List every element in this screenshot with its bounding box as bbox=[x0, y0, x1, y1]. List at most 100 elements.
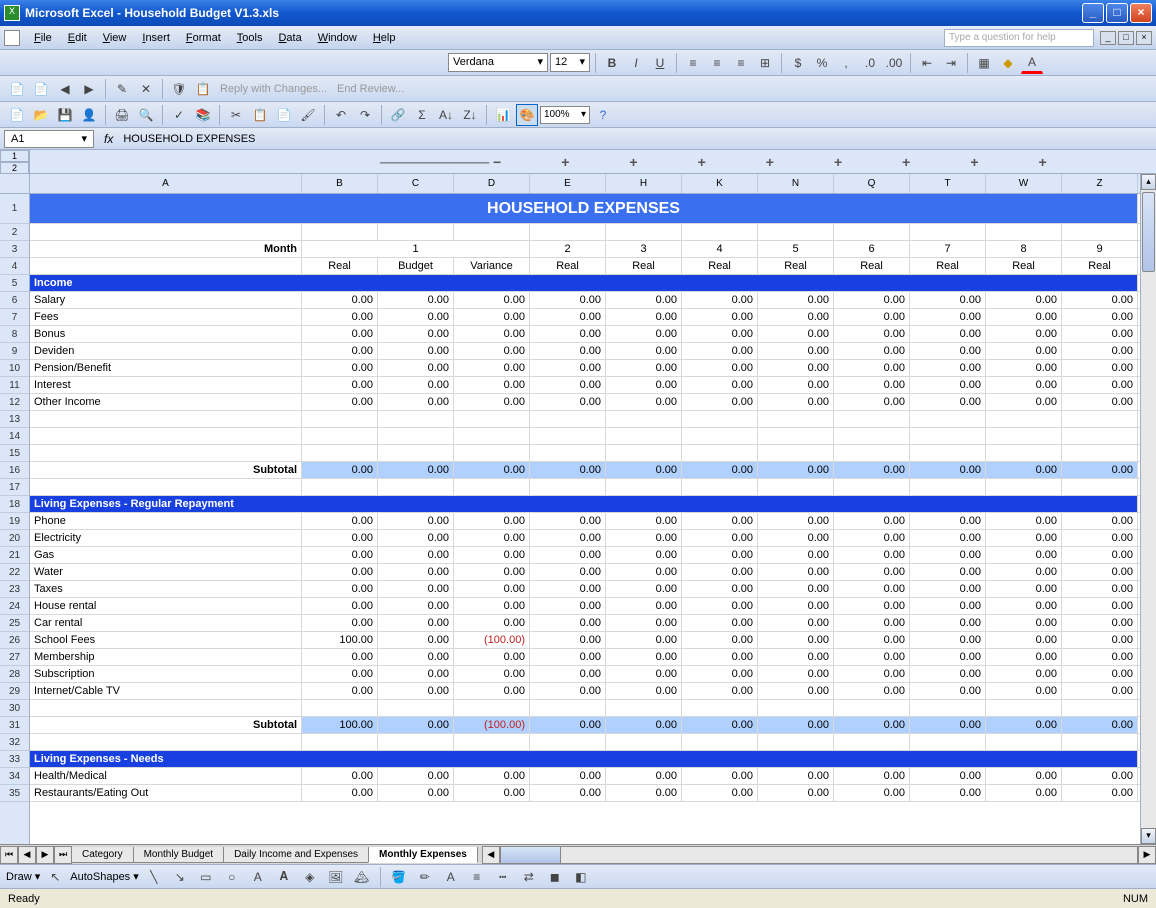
cell[interactable] bbox=[378, 734, 454, 750]
cell[interactable]: 0.00 bbox=[834, 547, 910, 563]
cell[interactable] bbox=[758, 700, 834, 716]
cell[interactable]: 0.00 bbox=[910, 309, 986, 325]
cell[interactable]: 0.00 bbox=[682, 547, 758, 563]
menu-format[interactable]: Format bbox=[178, 29, 229, 47]
open-button[interactable]: 📂 bbox=[30, 104, 52, 126]
row-header[interactable]: 17 bbox=[0, 479, 29, 496]
cell[interactable]: 0.00 bbox=[834, 581, 910, 597]
scroll-up-button[interactable]: ▴ bbox=[1141, 174, 1156, 190]
cell[interactable] bbox=[986, 479, 1062, 495]
cell[interactable]: Membership bbox=[30, 649, 302, 665]
font-selector[interactable]: Verdana▾ bbox=[448, 53, 548, 72]
cell[interactable]: Real bbox=[910, 258, 986, 274]
cell[interactable] bbox=[758, 445, 834, 461]
cell[interactable] bbox=[30, 411, 302, 427]
align-left-button[interactable]: ≡ bbox=[682, 52, 704, 74]
close-button[interactable]: × bbox=[1130, 3, 1152, 23]
cell[interactable] bbox=[378, 479, 454, 495]
cell[interactable]: 0.00 bbox=[454, 377, 530, 393]
cell[interactable]: 0.00 bbox=[378, 683, 454, 699]
cell[interactable]: 0.00 bbox=[606, 547, 682, 563]
cell[interactable] bbox=[1062, 479, 1138, 495]
outline-collapse-button[interactable]: − bbox=[493, 154, 501, 170]
cell[interactable]: 7 bbox=[910, 241, 986, 257]
increase-indent-button[interactable]: ⇥ bbox=[940, 52, 962, 74]
cell[interactable]: 0.00 bbox=[682, 768, 758, 784]
cell[interactable]: 0.00 bbox=[986, 666, 1062, 682]
hscroll-right-button[interactable]: ▶ bbox=[1138, 846, 1156, 864]
cell[interactable]: 0.00 bbox=[302, 683, 378, 699]
cell[interactable]: 0.00 bbox=[682, 598, 758, 614]
cell[interactable]: 0.00 bbox=[302, 598, 378, 614]
cell[interactable] bbox=[606, 734, 682, 750]
cell[interactable] bbox=[834, 445, 910, 461]
row-header[interactable]: 20 bbox=[0, 530, 29, 547]
cell[interactable]: 0.00 bbox=[682, 717, 758, 733]
cell[interactable] bbox=[910, 734, 986, 750]
cell[interactable]: 0.00 bbox=[606, 785, 682, 801]
cell[interactable]: 0.00 bbox=[302, 768, 378, 784]
cell[interactable]: 0.00 bbox=[834, 615, 910, 631]
cell[interactable] bbox=[530, 734, 606, 750]
cell[interactable]: 0.00 bbox=[682, 462, 758, 478]
cell[interactable] bbox=[302, 734, 378, 750]
cell[interactable]: 0.00 bbox=[302, 513, 378, 529]
row-header[interactable]: 33 bbox=[0, 751, 29, 768]
copy-button[interactable]: 📋 bbox=[249, 104, 271, 126]
cell[interactable] bbox=[30, 479, 302, 495]
cell[interactable]: 0.00 bbox=[834, 377, 910, 393]
help-search[interactable]: Type a question for help bbox=[944, 29, 1094, 47]
cell[interactable]: 0.00 bbox=[834, 666, 910, 682]
cell[interactable] bbox=[682, 734, 758, 750]
draw-menu[interactable]: Draw ▾ bbox=[6, 870, 40, 883]
cell[interactable]: Car rental bbox=[30, 615, 302, 631]
undo-button[interactable]: ↶ bbox=[330, 104, 352, 126]
cell[interactable] bbox=[530, 700, 606, 716]
cell[interactable]: 0.00 bbox=[986, 513, 1062, 529]
cell[interactable] bbox=[378, 428, 454, 444]
cell[interactable]: 0.00 bbox=[530, 462, 606, 478]
textbox-button[interactable]: A bbox=[247, 866, 269, 888]
cell[interactable]: 0.00 bbox=[910, 564, 986, 580]
cell[interactable]: 0.00 bbox=[1062, 581, 1138, 597]
cell[interactable]: 0.00 bbox=[302, 343, 378, 359]
cell[interactable]: 0.00 bbox=[1062, 683, 1138, 699]
cell[interactable]: Living Expenses - Needs bbox=[30, 751, 1138, 767]
cell[interactable]: 0.00 bbox=[530, 394, 606, 410]
cell[interactable]: 0.00 bbox=[758, 768, 834, 784]
fill-color-draw-button[interactable]: 🪣 bbox=[388, 866, 410, 888]
cell[interactable]: 0.00 bbox=[1062, 309, 1138, 325]
cell[interactable]: 0.00 bbox=[378, 615, 454, 631]
sheet-tab[interactable]: Category bbox=[71, 847, 134, 863]
outline-level-1[interactable]: 1 bbox=[0, 150, 29, 162]
cell[interactable]: 0.00 bbox=[834, 292, 910, 308]
cell[interactable]: 100.00 bbox=[302, 632, 378, 648]
cell[interactable]: 0.00 bbox=[530, 360, 606, 376]
name-box[interactable]: A1▾ bbox=[4, 130, 94, 148]
cell[interactable] bbox=[302, 479, 378, 495]
cell[interactable]: Subtotal bbox=[30, 717, 302, 733]
cell[interactable] bbox=[834, 734, 910, 750]
prev-comment-button[interactable]: ◀ bbox=[54, 78, 76, 100]
cell[interactable]: Electricity bbox=[30, 530, 302, 546]
hscroll-left-button[interactable]: ◀ bbox=[482, 846, 500, 864]
cell[interactable]: 6 bbox=[834, 241, 910, 257]
column-header[interactable]: W bbox=[986, 174, 1062, 193]
cell[interactable]: 0.00 bbox=[302, 547, 378, 563]
cell[interactable]: 0.00 bbox=[682, 530, 758, 546]
cell[interactable] bbox=[910, 428, 986, 444]
cell[interactable]: 0.00 bbox=[682, 785, 758, 801]
cell[interactable] bbox=[682, 445, 758, 461]
sort-desc-button[interactable]: Z↓ bbox=[459, 104, 481, 126]
outline-expand-button[interactable]: + bbox=[561, 154, 569, 170]
cell[interactable]: 0.00 bbox=[606, 309, 682, 325]
row-header[interactable]: 27 bbox=[0, 649, 29, 666]
sort-asc-button[interactable]: A↓ bbox=[435, 104, 457, 126]
row-header[interactable]: 2 bbox=[0, 224, 29, 241]
cell[interactable]: 0.00 bbox=[606, 768, 682, 784]
cell[interactable]: 0.00 bbox=[834, 394, 910, 410]
cell[interactable]: 0.00 bbox=[530, 581, 606, 597]
format-painter-button[interactable]: 🖌 bbox=[297, 104, 319, 126]
help-button[interactable]: ? bbox=[592, 104, 614, 126]
cell[interactable]: 0.00 bbox=[606, 598, 682, 614]
